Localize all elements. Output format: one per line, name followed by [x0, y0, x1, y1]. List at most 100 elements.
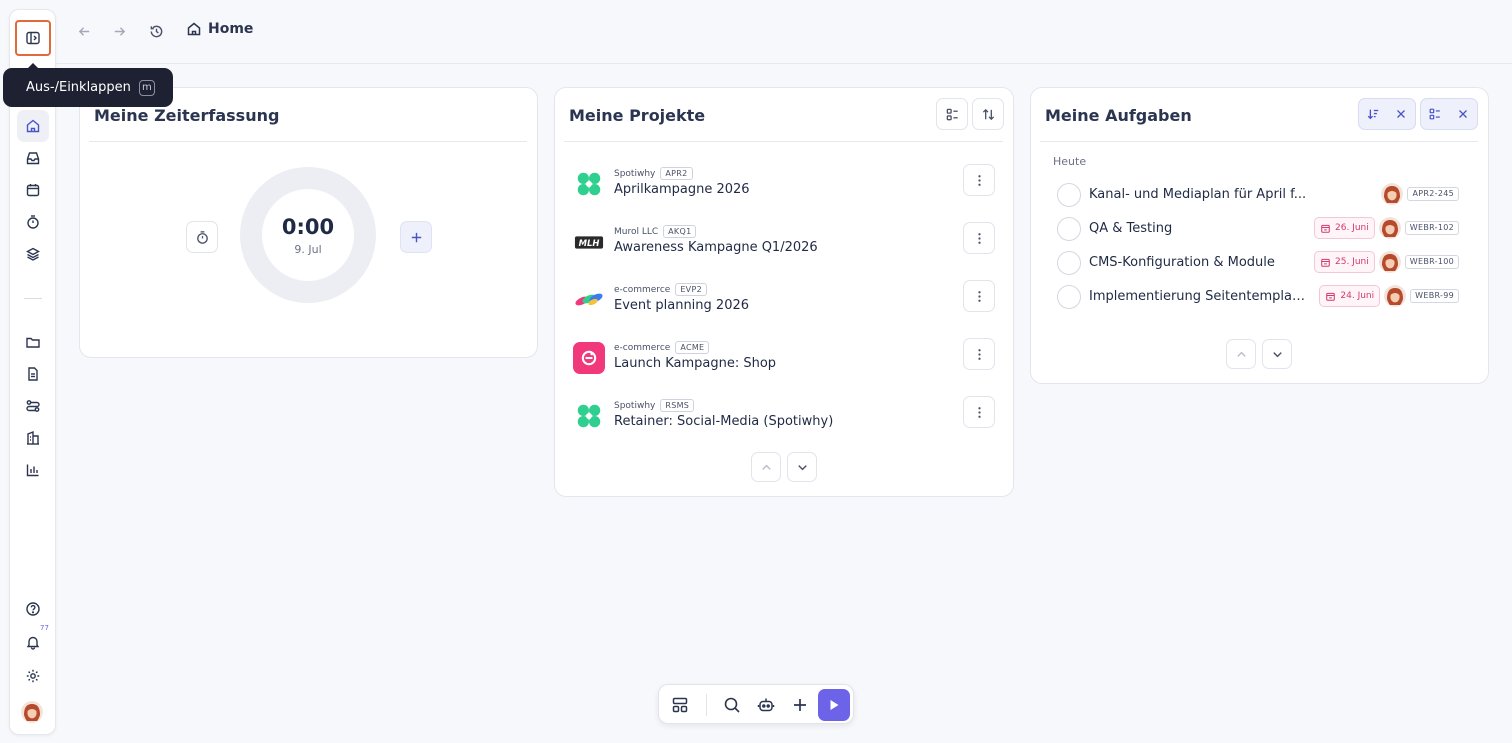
project-code: AKQ1 [663, 225, 697, 238]
layers-icon [26, 247, 40, 261]
sidebar-collapse-icon [26, 31, 40, 45]
back-button[interactable] [75, 22, 93, 40]
collapse-tooltip: Aus-/Einklappen m [3, 63, 173, 107]
card-divider [1040, 141, 1478, 142]
chevron-down-icon [797, 464, 807, 470]
assignee-avatar [1378, 217, 1401, 239]
search-button[interactable] [721, 694, 743, 716]
projects-page-up-button[interactable] [751, 452, 781, 482]
task-meta: 26. Juni WEBR-102 [1314, 217, 1459, 239]
task-checkbox[interactable] [1057, 217, 1081, 241]
projects-view-button[interactable] [936, 98, 968, 130]
task-row[interactable]: QA & Testing 26. Juni WEBR-102 [1057, 216, 1459, 242]
project-row[interactable]: Spotiwhy RSMS Retainer: Social-Media (Sp… [573, 396, 996, 436]
plus-icon [411, 232, 421, 242]
project-more-button[interactable] [963, 280, 995, 312]
ai-assistant-button[interactable] [755, 694, 777, 716]
clear-view-button[interactable] [1449, 99, 1477, 129]
user-avatar[interactable] [21, 701, 43, 723]
project-client: e-commerce [614, 342, 671, 353]
sidebar-item-reports[interactable] [17, 454, 49, 486]
sidebar-toggle-button[interactable] [15, 20, 51, 56]
project-row[interactable]: MLH Murol LLC AKQ1 Awareness Kampagne Q1… [573, 222, 996, 262]
close-icon [1397, 110, 1405, 118]
sidebar-item-folders[interactable] [17, 326, 49, 358]
task-meta: 24. Juni WEBR-99 [1319, 285, 1459, 307]
sidebar-item-workflows[interactable] [17, 390, 49, 422]
spotiwhy-logo [573, 168, 605, 200]
project-row[interactable]: Spotiwhy APR2 Aprilkampagne 2026 [573, 164, 996, 204]
sidebar-item-timer[interactable] [17, 206, 49, 238]
sort-desc-button[interactable] [1359, 99, 1387, 129]
play-icon [830, 700, 839, 710]
task-row[interactable]: Implementierung Seitentemplates 24. Juni… [1057, 284, 1459, 310]
bar-chart-icon [26, 464, 39, 477]
project-row[interactable]: e-commerce EVP2 Event planning 2026 [573, 280, 996, 320]
more-vertical-icon [977, 232, 981, 244]
sidebar-item-help[interactable] [17, 593, 49, 625]
forward-button[interactable] [110, 22, 128, 40]
start-tracking-button[interactable] [818, 689, 850, 721]
history-button[interactable] [147, 22, 165, 40]
folder-icon [26, 337, 40, 348]
task-row[interactable]: Kanal- und Mediaplan für April f... APR2… [1057, 182, 1459, 208]
create-button[interactable] [789, 694, 811, 716]
tasks-page-up-button[interactable] [1226, 339, 1256, 369]
task-checkbox[interactable] [1057, 285, 1081, 309]
sort-icon [982, 108, 994, 120]
sidebar: 77 [9, 9, 56, 735]
tasks-card: Meine Aufgaben Heute Kanal- und Mediapla… [1030, 87, 1489, 384]
svg-text:MLH: MLH [579, 238, 600, 248]
clear-sort-button[interactable] [1387, 99, 1415, 129]
list-view-icon [1429, 108, 1440, 120]
murol-logo: MLH [573, 226, 605, 258]
sidebar-item-inbox[interactable] [17, 142, 49, 174]
due-date-chip[interactable]: 24. Juni [1319, 285, 1381, 307]
time-tracking-title: Meine Zeiterfassung [94, 106, 280, 125]
sidebar-item-companies[interactable] [17, 422, 49, 454]
acme-logo [573, 342, 605, 374]
projects-sort-button[interactable] [972, 98, 1004, 130]
due-date-chip[interactable]: 25. Juni [1314, 251, 1375, 273]
arrow-right-icon [114, 26, 125, 36]
task-checkbox[interactable] [1057, 251, 1081, 275]
project-row[interactable]: e-commerce ACME Launch Kampagne: Shop [573, 338, 996, 378]
bell-icon [26, 636, 40, 650]
task-name: Kanal- und Mediaplan für April f... [1089, 187, 1307, 202]
projects-page-down-button[interactable] [787, 452, 817, 482]
project-more-button[interactable] [963, 338, 995, 370]
document-icon [28, 367, 38, 381]
notification-count-badge: 77 [40, 624, 49, 632]
breadcrumb[interactable]: Home [186, 21, 253, 37]
card-divider [89, 141, 527, 142]
tasks-view-chip[interactable] [1420, 98, 1478, 130]
time-ring: 0:00 9. Jul [240, 167, 376, 303]
sidebar-item-home[interactable] [17, 110, 49, 142]
sidebar-item-layers[interactable] [17, 238, 49, 270]
task-code: WEBR-100 [1404, 255, 1459, 269]
start-timer-button[interactable] [186, 221, 218, 253]
add-time-entry-button[interactable] [400, 221, 432, 253]
calendar-icon [1321, 258, 1330, 267]
project-client: Murol LLC [614, 226, 659, 237]
layout-button[interactable] [669, 694, 691, 716]
task-checkbox[interactable] [1057, 183, 1081, 207]
project-more-button[interactable] [963, 164, 995, 196]
sidebar-item-documents[interactable] [17, 358, 49, 390]
project-client: e-commerce [614, 284, 671, 295]
sidebar-item-calendar[interactable] [17, 174, 49, 206]
project-meta: Murol LLC AKQ1 [614, 225, 697, 238]
project-more-button[interactable] [963, 222, 995, 254]
sidebar-item-settings[interactable] [17, 660, 49, 692]
bottom-dock [658, 684, 854, 724]
project-more-button[interactable] [963, 396, 995, 428]
task-name: CMS-Konfiguration & Module [1089, 255, 1275, 270]
tracked-date: 9. Jul [294, 242, 322, 256]
plus-icon [794, 699, 806, 711]
tasks-title: Meine Aufgaben [1045, 106, 1192, 125]
due-date-chip[interactable]: 26. Juni [1314, 217, 1375, 239]
task-row[interactable]: CMS-Konfiguration & Module 25. Juni WEBR… [1057, 250, 1459, 276]
tasks-page-down-button[interactable] [1262, 339, 1292, 369]
tasks-view-button[interactable] [1421, 99, 1449, 129]
tasks-sort-chip[interactable] [1358, 98, 1416, 130]
